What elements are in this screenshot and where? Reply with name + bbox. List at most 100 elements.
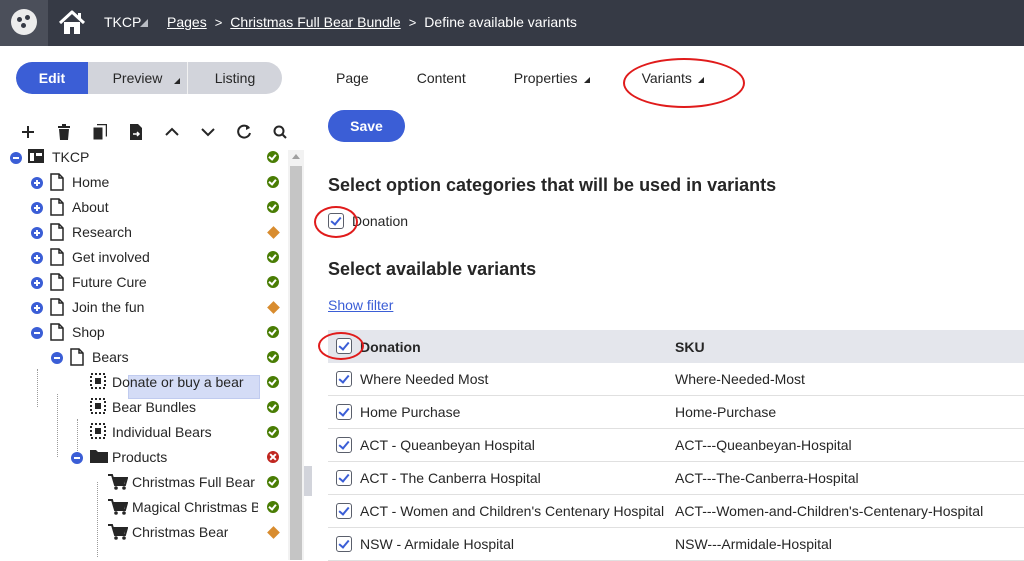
page-node-icon <box>50 248 66 266</box>
delete-button[interactable] <box>46 120 82 144</box>
page-icon <box>50 323 64 341</box>
move-up-button[interactable] <box>154 120 190 144</box>
donation-cell: ACT - The Canberra Hospital <box>360 470 541 486</box>
variant-checkbox[interactable] <box>336 536 352 552</box>
status-ok-icon <box>267 151 279 163</box>
expand-icon[interactable] <box>31 277 43 289</box>
top-bar: TKCP Pages > Christmas Full Bear Bundle … <box>0 0 1024 46</box>
table-row[interactable]: ACT - The Canberra Hospital ACT---The-Can… <box>328 462 1024 495</box>
search-button[interactable] <box>262 120 298 144</box>
dropdown-caret-icon <box>174 78 180 84</box>
copy-button[interactable] <box>82 120 118 144</box>
tree-node[interactable]: Christmas Bear <box>0 520 288 545</box>
tree-node[interactable]: Magical Christmas Bear <box>0 495 288 520</box>
breadcrumb-page[interactable]: Christmas Full Bear Bundle <box>230 14 400 30</box>
tree-node[interactable]: Future Cure <box>0 270 288 295</box>
variant-checkbox[interactable] <box>336 437 352 453</box>
column-header-donation[interactable]: Donation <box>360 339 421 355</box>
status-warn-icon <box>267 301 280 314</box>
status-ok-icon <box>267 426 279 438</box>
tree-node[interactable]: Research <box>0 220 288 245</box>
tree-node[interactable]: Home <box>0 170 288 195</box>
variants-heading: Select available variants <box>328 259 537 279</box>
listing-mode-button[interactable]: Listing <box>188 62 282 94</box>
variant-checkbox[interactable] <box>336 503 352 519</box>
move-down-button[interactable] <box>190 120 226 144</box>
home-icon[interactable] <box>57 8 87 38</box>
select-all-checkbox[interactable] <box>336 338 352 354</box>
variant-checkbox[interactable] <box>336 404 352 420</box>
table-row[interactable]: Home Purchase Home-Purchase <box>328 396 1024 429</box>
tree-node-label: Home <box>72 174 110 190</box>
dotted-page-icon <box>90 398 106 414</box>
expand-icon[interactable] <box>31 302 43 314</box>
breadcrumb-pages[interactable]: Pages <box>167 14 207 30</box>
expand-icon[interactable] <box>31 202 43 214</box>
scroll-up-icon[interactable] <box>292 154 300 159</box>
collapse-icon[interactable] <box>51 352 63 364</box>
trash-icon <box>58 124 70 140</box>
tab-content[interactable]: Content <box>417 70 466 86</box>
table-row[interactable]: ACT - Queanbeyan Hospital ACT---Queanbeya… <box>328 429 1024 462</box>
tree-node[interactable]: Individual Bears <box>0 420 288 445</box>
new-page-button[interactable] <box>10 120 46 144</box>
page-node-icon <box>50 223 66 241</box>
edit-mode-button[interactable]: Edit <box>16 62 88 94</box>
tree-node[interactable]: Join the fun <box>0 295 288 320</box>
table-row[interactable]: ACT - Women and Children's Centenary Hos… <box>328 495 1024 528</box>
tab-properties[interactable]: Properties <box>514 70 590 86</box>
sku-cell: NSW---Armidale-Hospital <box>675 536 832 552</box>
expand-icon[interactable] <box>31 177 43 189</box>
apps-icon <box>11 9 37 35</box>
tree-scrollbar-thumb[interactable] <box>290 166 302 560</box>
tree-node[interactable]: TKCP <box>0 145 288 170</box>
collapse-icon[interactable] <box>31 327 43 339</box>
expand-icon[interactable] <box>31 252 43 264</box>
page-tabs: Page Content Properties Variants <box>336 62 704 94</box>
tree-node[interactable]: About <box>0 195 288 220</box>
table-row[interactable]: NSW - Armidale Hospital NSW---Armidale-Ho… <box>328 528 1024 561</box>
tree-node-label: TKCP <box>52 149 90 165</box>
status-err-icon <box>267 451 279 463</box>
site-node-icon <box>28 148 44 166</box>
variant-checkbox[interactable] <box>336 470 352 486</box>
plus-icon <box>22 126 34 138</box>
dotted-page-icon <box>90 373 106 389</box>
refresh-button[interactable] <box>226 120 262 144</box>
option-category-label: Donation <box>352 213 409 229</box>
save-button[interactable]: Save <box>328 110 405 142</box>
table-row[interactable]: Where Needed Most Where-Needed-Most <box>328 363 1024 396</box>
collapse-icon[interactable] <box>71 452 83 464</box>
tab-variants[interactable]: Variants <box>642 70 704 86</box>
panel-splitter[interactable] <box>304 466 312 496</box>
tree-node-label: About <box>72 199 109 215</box>
tree-node[interactable]: Products <box>0 445 288 470</box>
copy-icon <box>93 124 107 140</box>
document-move-icon <box>130 124 142 140</box>
variant-checkbox[interactable] <box>336 371 352 387</box>
tab-page[interactable]: Page <box>336 70 369 86</box>
tree-node-label: Individual Bears <box>112 424 212 440</box>
tree-node[interactable]: Donate or buy a bear <box>0 370 288 395</box>
move-button[interactable] <box>118 120 154 144</box>
tree-node-label: Christmas Full Bear Bundle <box>132 474 258 490</box>
show-filter-link[interactable]: Show filter <box>328 297 393 313</box>
donation-cell: Home Purchase <box>360 404 461 420</box>
app-menu-button[interactable] <box>0 0 48 46</box>
tree-node[interactable]: Bear Bundles <box>0 395 288 420</box>
sku-cell: ACT---The-Canberra-Hospital <box>675 470 859 486</box>
folder-icon <box>90 450 108 463</box>
tree-node[interactable]: Bears <box>0 345 288 370</box>
collapse-icon[interactable] <box>10 152 22 164</box>
preview-mode-button[interactable]: Preview <box>88 62 188 94</box>
tree-node-label: Products <box>112 449 168 465</box>
refresh-icon <box>237 124 251 139</box>
column-header-sku[interactable]: SKU <box>675 339 705 355</box>
option-category-checkbox[interactable] <box>328 213 344 229</box>
tree-node[interactable]: Shop <box>0 320 288 345</box>
page-icon <box>50 223 64 241</box>
tree-node[interactable]: Get involved <box>0 245 288 270</box>
expand-icon[interactable] <box>31 227 43 239</box>
site-selector[interactable]: TKCP <box>104 14 141 30</box>
tree-node[interactable]: Christmas Full Bear Bundle <box>0 470 288 495</box>
